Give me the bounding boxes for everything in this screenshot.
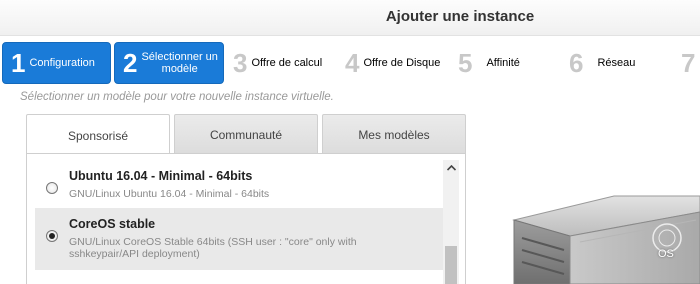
os-label: OS (658, 248, 674, 260)
step-select-template[interactable]: 2 Sélectionner un modèle (114, 42, 224, 84)
step-label: Offre de calcul (251, 56, 323, 69)
tab-my-templates[interactable]: Mes modèles (322, 114, 466, 154)
scroll-thumb[interactable] (445, 246, 457, 284)
template-radio[interactable] (46, 182, 58, 194)
template-list-scrollbar[interactable] (443, 160, 459, 284)
step-label: Configuration (29, 56, 95, 69)
wizard-subtitle: Sélectionner un modèle pour votre nouvel… (20, 91, 334, 103)
step-label: Offre de Disque (363, 56, 441, 69)
page-title: Ajouter une instance (385, 8, 535, 25)
step-affinity[interactable]: 5 Affinité (458, 42, 520, 84)
step-number: 7 (681, 48, 696, 78)
template-item-coreos[interactable]: CoreOS stable GNU/Linux CoreOS Stable 64… (35, 208, 443, 270)
step-number: 1 (11, 48, 26, 78)
step-label-line1: Sélectionner un (141, 50, 218, 63)
tab-sponsored[interactable]: Sponsorisé (26, 114, 170, 156)
add-instance-wizard: Ajouter une instance 1 Configuration 2 S… (0, 0, 700, 284)
step-number: 6 (569, 48, 584, 78)
server-illustration: OS (510, 176, 700, 284)
title-bar: Ajouter une instance (0, 0, 700, 36)
tab-community[interactable]: Communauté (174, 114, 318, 154)
step-disk-offer[interactable]: 4 Offre de Disque (345, 42, 440, 84)
template-name: CoreOS stable (69, 217, 156, 231)
step-configuration[interactable]: 1 Configuration (2, 42, 111, 84)
step-number: 2 (123, 48, 138, 78)
template-name: Ubuntu 16.04 - Minimal - 64bits (69, 169, 253, 183)
step-number: 5 (458, 48, 473, 78)
step-label: Affinité (486, 56, 520, 69)
step-number: 3 (233, 48, 248, 78)
step-network[interactable]: 6 Réseau (569, 42, 635, 84)
template-description: GNU/Linux CoreOS Stable 64bits (SSH user… (69, 236, 357, 260)
template-panel: Ubuntu 16.04 - Minimal - 64bits GNU/Linu… (26, 153, 466, 284)
step-label-line2: modèle (161, 63, 198, 75)
step-number: 4 (345, 48, 360, 78)
step-label: Réseau (597, 56, 636, 69)
template-radio[interactable] (46, 230, 58, 242)
step-label: Sélectionner un modèle (141, 51, 217, 75)
step-compute-offer[interactable]: 3 Offre de calcul (233, 42, 322, 84)
scroll-up-arrow-icon[interactable] (443, 160, 459, 176)
template-description: GNU/Linux Ubuntu 16.04 - Minimal - 64bit… (69, 188, 270, 200)
template-tabs: Sponsorisé Communauté Mes modèles (26, 114, 466, 156)
step-seven[interactable]: 7 (681, 42, 695, 84)
template-list: Ubuntu 16.04 - Minimal - 64bits GNU/Linu… (35, 160, 443, 284)
wizard-steps: 1 Configuration 2 Sélectionner un modèle… (0, 42, 700, 84)
